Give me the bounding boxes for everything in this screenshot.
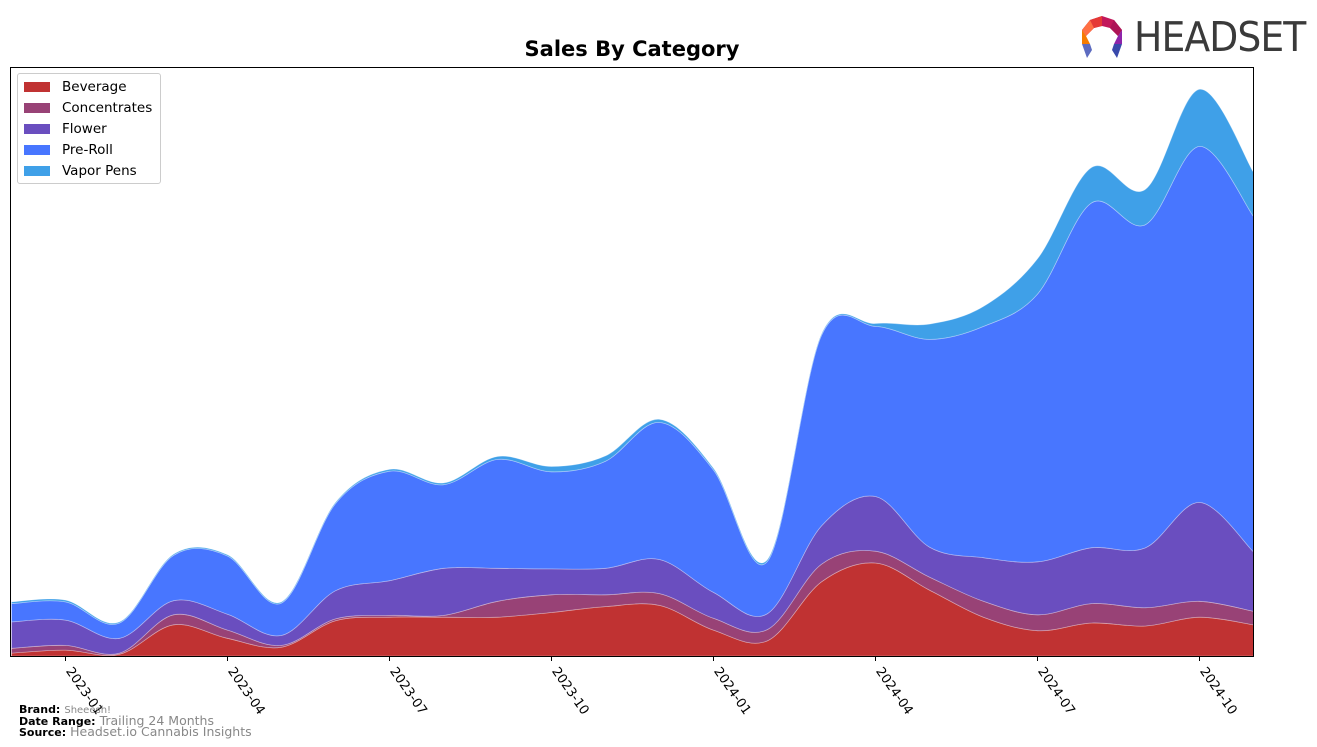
- legend-label: Pre-Roll: [62, 142, 113, 158]
- legend-item-beverage: Beverage: [24, 79, 127, 95]
- legend-item-vapor-pens: Vapor Pens: [24, 163, 137, 179]
- area-layers: [11, 88, 1254, 657]
- legend-swatch-concentrates: [24, 103, 50, 113]
- x-tick-label: 2023-04: [224, 665, 267, 718]
- headset-logo-icon: [1082, 16, 1122, 58]
- x-tick-label: 2024-07: [1034, 665, 1077, 718]
- x-tick-label: 2024-01: [710, 665, 753, 718]
- source-value: Headset.io Cannabis Insights: [70, 724, 252, 739]
- stacked-area-chart: 2023-01 2023-04 2023-07 2023-10 2024-01 2024-…: [10, 67, 1254, 718]
- legend: Beverage Concentrates Flower Pre-Roll Va…: [17, 73, 161, 184]
- source-label: Source:: [19, 726, 67, 739]
- headset-logo: HEADSET: [1078, 13, 1317, 61]
- legend-item-flower: Flower: [24, 121, 107, 137]
- headset-logo-text: HEADSET: [1134, 13, 1306, 61]
- footer-source: Source: Headset.io Cannabis Insights: [19, 724, 252, 739]
- legend-label: Flower: [62, 121, 107, 137]
- legend-swatch-vapor-pens: [24, 166, 50, 176]
- legend-label: Concentrates: [62, 100, 153, 116]
- legend-swatch-pre-roll: [24, 145, 50, 155]
- x-tick-label: 2024-10: [1196, 665, 1239, 718]
- legend-label: Beverage: [62, 79, 127, 95]
- legend-swatch-beverage: [24, 82, 50, 92]
- x-tick-label: 2023-07: [386, 665, 429, 718]
- legend-item-concentrates: Concentrates: [24, 100, 152, 116]
- x-axis: 2023-01 2023-04 2023-07 2023-10 2024-01 2024-…: [62, 656, 1240, 718]
- legend-label: Vapor Pens: [62, 163, 137, 179]
- x-tick-label: 2023-10: [548, 665, 591, 718]
- legend-item-pre-roll: Pre-Roll: [24, 142, 113, 158]
- x-tick-label: 2024-04: [872, 665, 915, 718]
- legend-swatch-flower: [24, 124, 50, 134]
